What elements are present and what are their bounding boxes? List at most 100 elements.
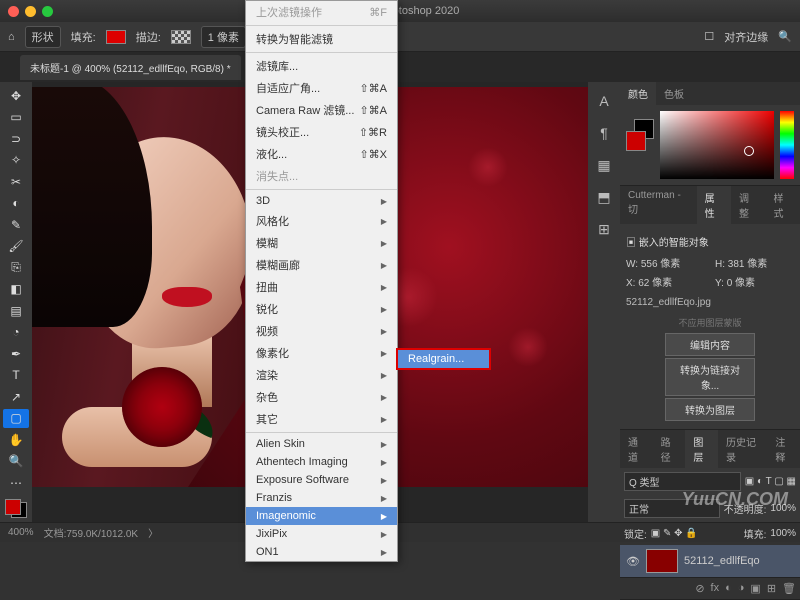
filter-menu: 上次滤镜操作⌘F 转换为智能滤镜 滤镜库... 自适应广角...⇧⌘A Came…	[245, 0, 398, 562]
zoom-dot[interactable]	[42, 6, 53, 17]
menu-video[interactable]: 视频	[246, 320, 397, 342]
menu-liquify[interactable]: 液化...⇧⌘X	[246, 143, 397, 165]
brush-tool[interactable]: 🖌	[3, 237, 29, 257]
convert-layers-button[interactable]: 转换为图层	[665, 398, 755, 421]
hue-slider[interactable]	[780, 111, 794, 179]
shape-mode-select[interactable]: 形状	[25, 26, 61, 48]
color-swatches[interactable]	[5, 499, 27, 519]
menu-franzis[interactable]: Franzis	[246, 489, 397, 507]
menu-3d[interactable]: 3D	[246, 192, 397, 210]
height-value[interactable]: 381 像素	[728, 259, 767, 270]
swatch-tab[interactable]: 色板	[656, 82, 692, 105]
library-panel-icon[interactable]: ▦	[593, 154, 615, 176]
menu-alien-skin[interactable]: Alien Skin	[246, 435, 397, 453]
layer-row[interactable]: 👁 52112_edllfEqo	[620, 545, 800, 577]
blur-tool[interactable]: ◔	[3, 323, 29, 343]
menu-athentech[interactable]: Athentech Imaging	[246, 453, 397, 471]
menu-render[interactable]: 渲染	[246, 364, 397, 386]
x-value[interactable]: 62 像素	[638, 278, 672, 289]
stroke-swatch[interactable]	[171, 30, 191, 44]
hand-tool[interactable]: ✋	[3, 430, 29, 450]
menu-stylize[interactable]: 风格化	[246, 210, 397, 232]
close-dot[interactable]	[8, 6, 19, 17]
fill-value[interactable]: 100%	[770, 528, 796, 539]
healing-tool[interactable]: ✎	[3, 215, 29, 235]
cutterman-tab[interactable]: Cutterman - 切	[620, 186, 697, 224]
trash-icon[interactable]: 🗑	[782, 582, 796, 595]
styles-tab[interactable]: 样式	[766, 186, 800, 224]
shape-tool[interactable]: ▢	[3, 409, 29, 429]
fx-icon[interactable]: fx	[711, 582, 720, 595]
channels-tab[interactable]: 通道	[620, 430, 653, 468]
comments-tab[interactable]: 注释	[767, 430, 800, 468]
color-tab[interactable]: 颜色	[620, 82, 656, 105]
menu-sharpen[interactable]: 锐化	[246, 298, 397, 320]
eyedropper-tool[interactable]: ◐	[3, 194, 29, 214]
type-tool[interactable]: T	[3, 366, 29, 386]
eraser-tool[interactable]: ◧	[3, 280, 29, 300]
zoom-level[interactable]: 400%	[8, 527, 34, 538]
layer-thumbnail[interactable]	[646, 549, 678, 573]
clone-tool[interactable]: ⎘	[3, 258, 29, 278]
visibility-icon[interactable]: 👁	[626, 555, 640, 568]
mask-icon[interactable]: ◐	[725, 582, 732, 595]
collapsed-panels: A ¶ ▦ ⬒ ⊞	[588, 82, 620, 522]
search-icon[interactable]: 🔍	[778, 30, 792, 43]
marquee-tool[interactable]: ▭	[3, 108, 29, 128]
stroke-width-input[interactable]: 1 像素	[201, 26, 246, 48]
fill-swatch[interactable]	[106, 30, 126, 44]
path-tool[interactable]: ↗	[3, 387, 29, 407]
minimize-dot[interactable]	[25, 6, 36, 17]
submenu-realgrain[interactable]: Realgrain...	[398, 350, 489, 368]
y-value[interactable]: 0 像素	[727, 278, 755, 289]
gradient-tool[interactable]: ▤	[3, 301, 29, 321]
home-icon[interactable]: ⌂	[8, 31, 15, 43]
zoom-tool[interactable]: 🔍	[3, 452, 29, 472]
menu-pixelate[interactable]: 像素化	[246, 342, 397, 364]
convert-linked-button[interactable]: 转换为链接对象...	[665, 358, 755, 396]
menu-lens-correction[interactable]: 镜头校正...⇧⌘R	[246, 121, 397, 143]
edit-contents-button[interactable]: 编辑内容	[665, 333, 755, 356]
paragraph-panel-icon[interactable]: ¶	[593, 122, 615, 144]
pen-tool[interactable]: ✒	[3, 344, 29, 364]
menu-convert-smart[interactable]: 转换为智能滤镜	[246, 28, 397, 50]
history-tab[interactable]: 历史记录	[718, 430, 767, 468]
menu-filter-gallery[interactable]: 滤镜库...	[246, 55, 397, 77]
align-edges-checkbox[interactable]: ☐	[704, 30, 714, 43]
move-tool[interactable]: ✥	[3, 86, 29, 106]
menu-distort[interactable]: 扭曲	[246, 276, 397, 298]
menu-imagenomic[interactable]: Imagenomic	[246, 507, 397, 525]
crop-tool[interactable]: ✂	[3, 172, 29, 192]
extension-icon[interactable]: ⬒	[593, 186, 615, 208]
menu-adaptive-wide[interactable]: 自适应广角...⇧⌘A	[246, 77, 397, 99]
width-value[interactable]: 556 像素	[641, 259, 680, 270]
menu-jixipix[interactable]: JixiPix	[246, 525, 397, 543]
toolbox: ✥ ▭ ⊃ ✧ ✂ ◐ ✎ 🖌 ⎘ ◧ ▤ ◔ ✒ T ↗ ▢ ✋ 🔍 ⋯	[0, 82, 32, 522]
adjust-tab[interactable]: 调整	[731, 186, 765, 224]
properties-tab[interactable]: 属性	[697, 186, 731, 224]
menu-on1[interactable]: ON1	[246, 543, 397, 561]
menu-exposure[interactable]: Exposure Software	[246, 471, 397, 489]
group-icon[interactable]: ▣	[750, 582, 760, 595]
layers-tab[interactable]: 图层	[685, 430, 718, 468]
layer-name[interactable]: 52112_edllfEqo	[684, 555, 760, 567]
document-tabs: 未标题-1 @ 400% (52112_edllfEqo, RGB/8) *	[0, 52, 800, 82]
menu-blur[interactable]: 模糊	[246, 232, 397, 254]
link-layers-icon[interactable]: ⊘	[695, 582, 704, 595]
more-tools[interactable]: ⋯	[3, 473, 29, 493]
menu-other[interactable]: 其它	[246, 408, 397, 430]
menu-camera-raw[interactable]: Camera Raw 滤镜...⇧⌘A	[246, 99, 397, 121]
new-layer-icon[interactable]: ⊞	[767, 582, 776, 595]
wand-tool[interactable]: ✧	[3, 151, 29, 171]
paths-tab[interactable]: 路径	[653, 430, 686, 468]
tool-presets-icon[interactable]: ⊞	[593, 218, 615, 240]
adjustment-icon[interactable]: ◑	[738, 582, 745, 595]
type-panel-icon[interactable]: A	[593, 90, 615, 112]
menu-noise[interactable]: 杂色	[246, 386, 397, 408]
lasso-tool[interactable]: ⊃	[3, 129, 29, 149]
menu-last-filter[interactable]: 上次滤镜操作⌘F	[246, 1, 397, 23]
menu-blur-gallery[interactable]: 模糊画廊	[246, 254, 397, 276]
options-bar: ⌂ 形状 填充: 描边: 1 像素 ☐ 对齐边缘 🔍	[0, 22, 800, 52]
color-picker[interactable]	[620, 105, 800, 185]
document-tab[interactable]: 未标题-1 @ 400% (52112_edllfEqo, RGB/8) *	[20, 55, 241, 80]
